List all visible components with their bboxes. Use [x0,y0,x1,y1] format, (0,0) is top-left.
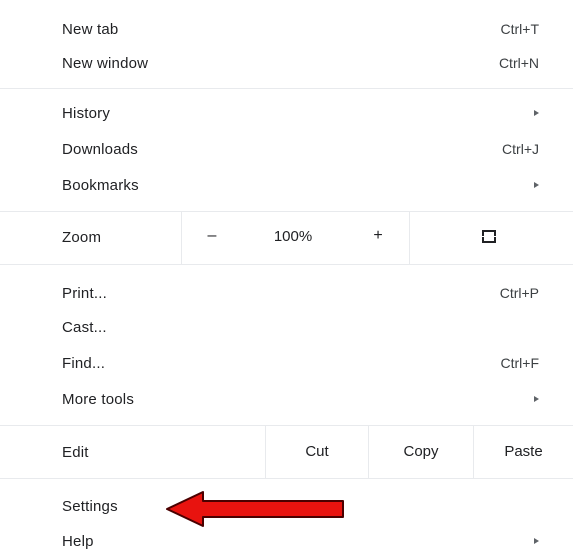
menu-item-label: New window [62,54,149,72]
submenu-arrow-icon [534,396,539,402]
paste-button[interactable]: Paste [474,443,573,460]
edit-label: Edit [62,443,89,461]
menu-item-label: More tools [62,390,135,408]
menu-item-more-tools[interactable]: More tools [0,382,573,416]
menu-item-label: History [62,104,111,122]
menu-item-find[interactable]: Find... Ctrl+F [0,346,573,380]
submenu-arrow-icon [534,538,539,544]
menu-item-shortcut: Ctrl+F [500,355,540,371]
menu-item-label: Print... [62,284,107,302]
menu-item-history[interactable]: History [0,96,573,130]
submenu-arrow-icon [534,182,539,188]
zoom-divider [181,212,182,264]
zoom-divider [409,212,410,264]
chrome-menu: New tab Ctrl+T New window Ctrl+N History… [0,0,573,558]
menu-item-shortcut: Ctrl+N [498,55,539,71]
zoom-level: 100% [273,228,313,245]
menu-divider [0,264,573,265]
menu-item-label: Help [62,532,94,550]
menu-item-shortcut: Ctrl+T [500,21,540,37]
menu-item-shortcut: Ctrl+J [502,141,539,157]
menu-divider [0,88,573,89]
menu-divider [0,211,573,212]
zoom-label: Zoom [62,228,102,246]
menu-item-label: New tab [62,20,119,38]
menu-divider [0,478,573,479]
red-arrow-annotation [166,491,344,527]
menu-item-bookmarks[interactable]: Bookmarks [0,168,573,202]
menu-item-help[interactable]: Help [0,524,573,558]
menu-item-shortcut: Ctrl+P [499,285,539,301]
menu-item-label: Find... [62,354,106,372]
menu-item-new-tab[interactable]: New tab Ctrl+T [0,12,573,46]
cut-button[interactable]: Cut [266,443,368,460]
menu-item-label: Bookmarks [62,176,139,194]
menu-item-label: Downloads [62,140,139,158]
fullscreen-icon[interactable] [482,230,496,243]
menu-item-print[interactable]: Print... Ctrl+P [0,276,573,310]
menu-divider [0,425,573,426]
menu-item-new-window[interactable]: New window Ctrl+N [0,46,573,80]
menu-item-downloads[interactable]: Downloads Ctrl+J [0,132,573,166]
menu-item-cast[interactable]: Cast... [0,310,573,344]
copy-button[interactable]: Copy [369,443,473,460]
submenu-arrow-icon [534,110,539,116]
menu-item-label: Settings [62,497,118,515]
zoom-in-button[interactable]: + [358,227,398,245]
menu-item-label: Cast... [62,318,107,336]
zoom-out-button[interactable]: – [192,227,232,245]
